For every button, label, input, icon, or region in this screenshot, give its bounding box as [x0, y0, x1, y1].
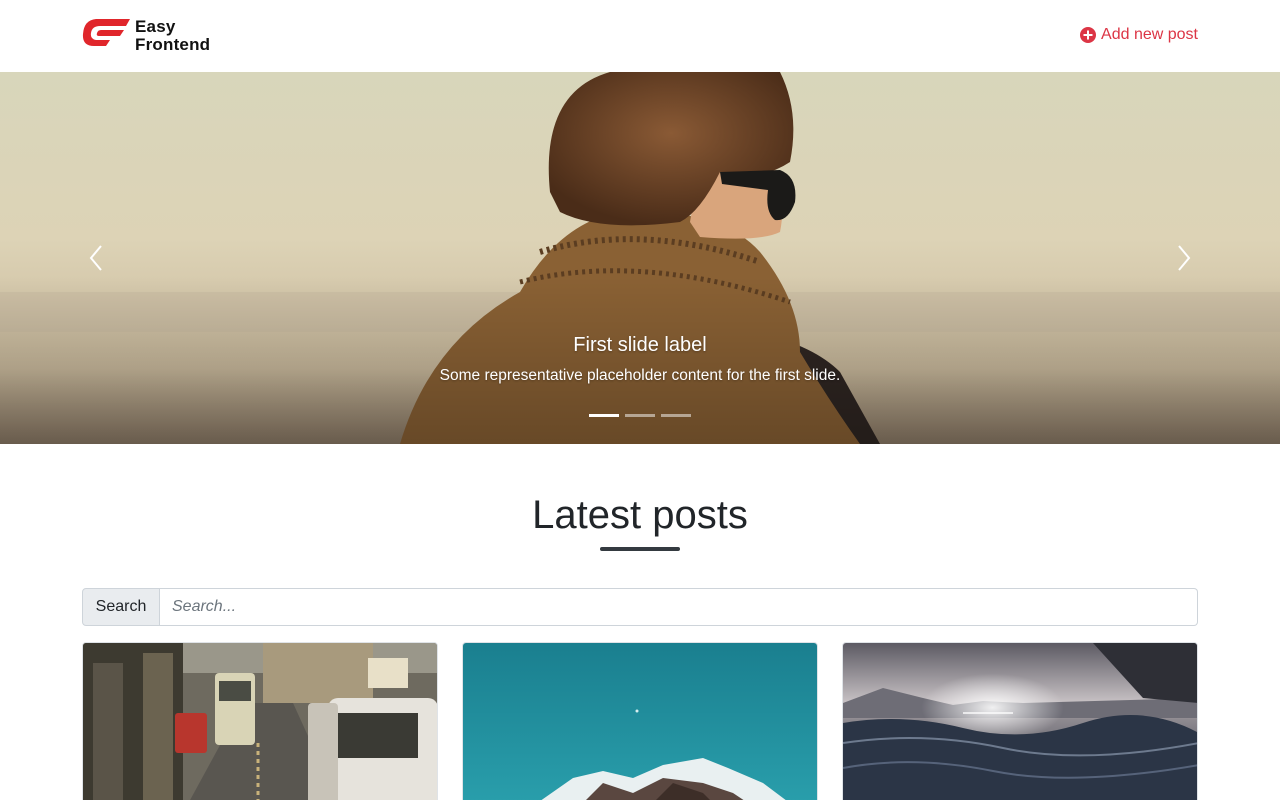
carousel-indicator-2[interactable]: [625, 414, 655, 417]
post-card[interactable]: [842, 642, 1198, 800]
search-label: Search: [82, 588, 160, 626]
chevron-left-icon: [89, 245, 102, 271]
add-new-post-label: Add new post: [1101, 26, 1198, 43]
posts-grid: [82, 642, 1198, 800]
search-group: Search: [82, 588, 1198, 626]
slide-image: [0, 72, 1280, 444]
carousel-indicators: [589, 414, 691, 417]
brand-name-line1: Easy: [135, 17, 176, 36]
slide-title: First slide label: [573, 334, 707, 356]
brand-logo-link[interactable]: Easy Frontend: [82, 16, 210, 56]
brand-logo-icon: [82, 19, 130, 46]
carousel-prev-button[interactable]: [66, 230, 126, 286]
post-card[interactable]: [82, 642, 438, 800]
brand-name-line2: Frontend: [135, 35, 211, 54]
add-new-post-link[interactable]: Add new post: [1080, 24, 1198, 46]
post-image-ocean: [843, 643, 1197, 800]
heading-underline: [600, 547, 680, 551]
post-image-mountain: [463, 643, 817, 800]
brand-name: Easy Frontend: [135, 18, 210, 54]
carousel-next-button[interactable]: [1154, 230, 1214, 286]
latest-posts-heading: Latest posts: [532, 493, 748, 537]
carousel-indicator-1[interactable]: [589, 414, 619, 417]
chevron-right-icon: [1178, 245, 1191, 271]
hero-carousel: First slide label Some representative pl…: [0, 72, 1280, 444]
post-image-city-street: [83, 643, 437, 800]
slide-description: Some representative placeholder content …: [439, 367, 841, 384]
carousel-indicator-3[interactable]: [661, 414, 691, 417]
navbar: Easy Frontend Add new post: [0, 0, 1280, 72]
post-card[interactable]: [462, 642, 818, 800]
search-input[interactable]: [160, 588, 1198, 626]
plus-circle-icon: [1080, 27, 1097, 43]
